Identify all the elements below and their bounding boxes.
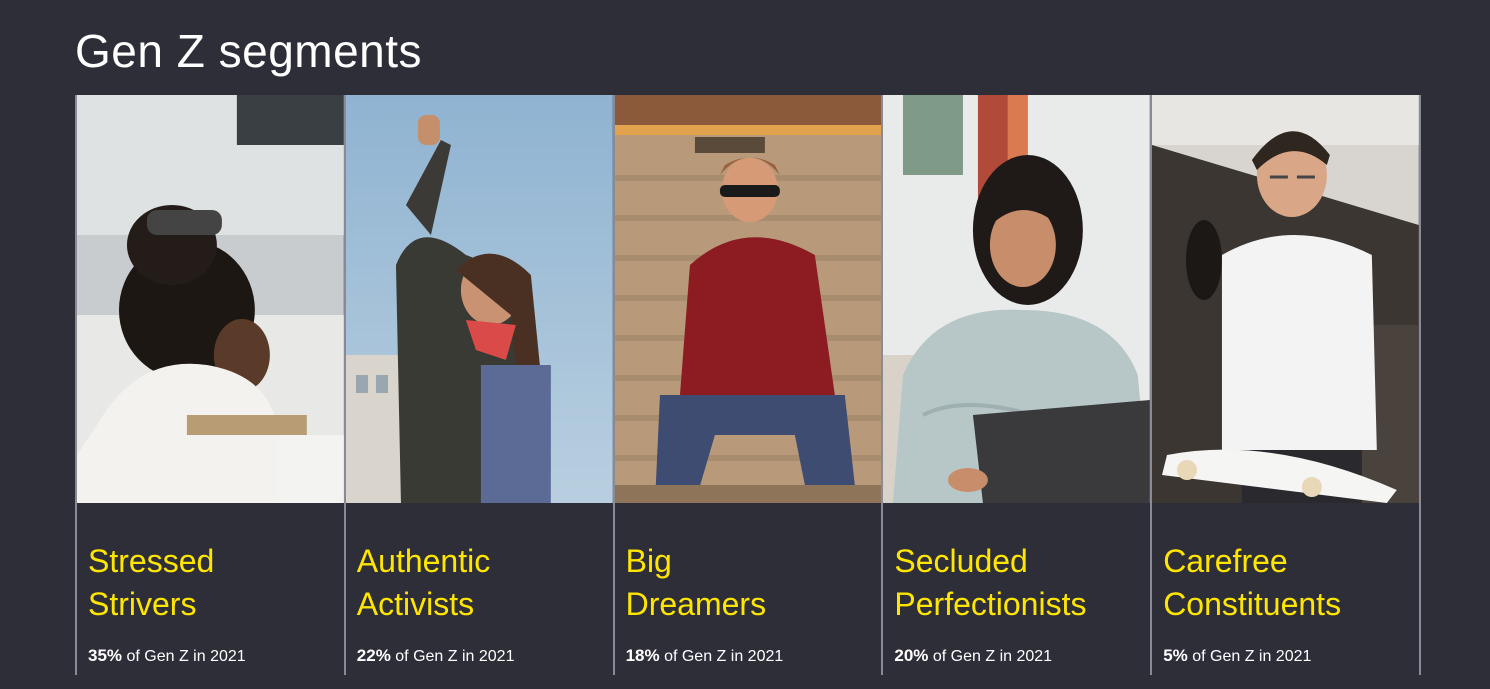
segment-stat-text: of Gen Z in 2021 [928, 648, 1053, 665]
segment-stat-text: of Gen Z in 2021 [1187, 648, 1312, 665]
segment-card-secluded-perfectionists: Secluded Perfectionists 20% of Gen Z in … [883, 95, 1153, 675]
segment-card-carefree-constituents: Carefree Constituents 5% of Gen Z in 202… [1152, 95, 1421, 675]
segment-name: Big Dreamers [626, 540, 876, 626]
segment-card-authentic-activists: Authentic Activists 22% of Gen Z in 2021 [345, 95, 615, 675]
segment-name-line1: Authentic [356, 543, 491, 579]
segment-name-line1: Secluded [894, 543, 1028, 579]
segment-stat: 5% of Gen Z in 2021 [1163, 646, 1311, 666]
segment-stat-text: of Gen Z in 2021 [390, 648, 515, 665]
segment-name-line2: Dreamers [625, 586, 767, 622]
segment-stat: 22% of Gen Z in 2021 [357, 646, 515, 666]
segment-name-line1: Stressed [88, 543, 215, 579]
segment-percent: 18% [625, 646, 660, 665]
page-title: Gen Z segments [75, 25, 423, 77]
segment-name: Authentic Activists [357, 540, 607, 626]
smiling-skateboarder-photo [1152, 95, 1419, 503]
segment-card-stressed-strivers: Stressed Strivers 35% of Gen Z in 2021 [77, 95, 346, 675]
segment-name-line1: Carefree [1163, 543, 1288, 579]
segment-stat-text: of Gen Z in 2021 [659, 648, 784, 665]
segment-name-line2: Perfectionists [894, 586, 1087, 622]
woman-laptop-photo [883, 95, 1151, 503]
segment-percent: 5% [1163, 646, 1188, 665]
segment-name-line1: Big [625, 543, 672, 579]
segment-name: Stressed Strivers [88, 540, 338, 626]
segment-stat-text: of Gen Z in 2021 [122, 648, 246, 665]
raised-fist-protester-photo [345, 95, 613, 503]
young-man-sunglasses-photo [614, 95, 882, 503]
segment-percent: 22% [356, 646, 391, 665]
student-studying-photo [77, 95, 344, 503]
segment-percent: 35% [88, 646, 123, 665]
segment-name-line2: Activists [356, 586, 475, 622]
segment-percent: 20% [894, 646, 929, 665]
segment-stat: 20% of Gen Z in 2021 [894, 646, 1052, 666]
segments-grid: Stressed Strivers 35% of Gen Z in 2021 A… [75, 95, 1421, 675]
segment-stat: 18% of Gen Z in 2021 [626, 646, 784, 666]
segment-name-line2: Constituents [1163, 586, 1342, 622]
segment-card-big-dreamers: Big Dreamers 18% of Gen Z in 2021 [614, 95, 884, 675]
segment-name: Secluded Perfectionists [894, 540, 1144, 626]
segment-name-line2: Strivers [88, 586, 197, 622]
segment-name: Carefree Constituents [1163, 540, 1413, 626]
segment-stat: 35% of Gen Z in 2021 [88, 646, 246, 666]
